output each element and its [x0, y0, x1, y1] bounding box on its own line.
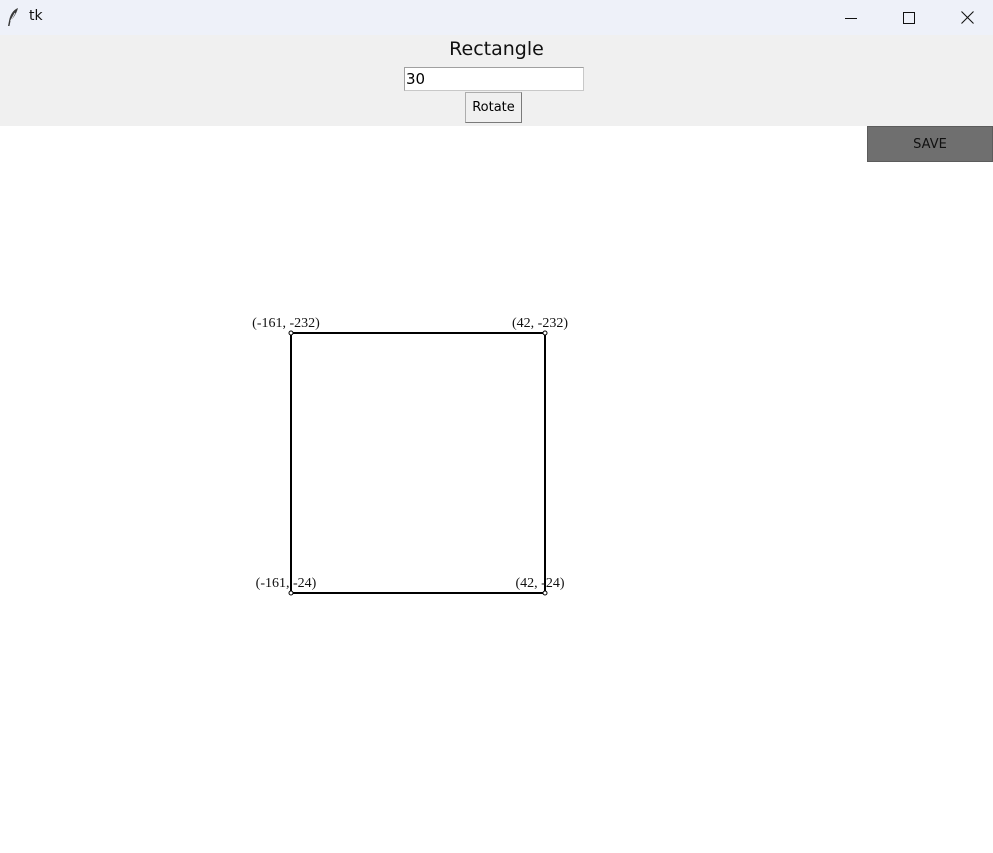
close-icon [960, 11, 974, 24]
vertex-label-top-right: (42, -232) [512, 316, 568, 331]
control-panel: Rectangle Rotate [0, 35, 993, 126]
drawing-canvas[interactable]: (-161, -232) (42, -232) (-161, -24) (42,… [0, 126, 993, 853]
vertex-label-bottom-right: (42, -24) [516, 576, 565, 591]
shape-title: Rectangle [449, 38, 544, 60]
feather-icon [6, 7, 20, 27]
rotation-angle-input[interactable] [404, 67, 584, 91]
vertex-marker-bottom-right [542, 590, 548, 596]
rotate-button[interactable]: Rotate [465, 92, 522, 123]
window-title: tk [29, 8, 43, 24]
maximize-button[interactable] [880, 0, 938, 35]
vertex-label-bottom-left: (-161, -24) [256, 576, 317, 591]
maximize-icon [903, 11, 915, 24]
vertex-marker-top-left [288, 330, 294, 336]
minimize-button[interactable] [822, 0, 880, 35]
vertex-marker-bottom-left [288, 590, 294, 596]
vertex-label-top-left: (-161, -232) [252, 316, 320, 331]
vertex-marker-top-right [542, 330, 548, 336]
minimize-icon [845, 12, 857, 24]
close-button[interactable] [938, 0, 993, 35]
title-bar: tk [0, 0, 993, 35]
rectangle-shape [290, 332, 546, 594]
